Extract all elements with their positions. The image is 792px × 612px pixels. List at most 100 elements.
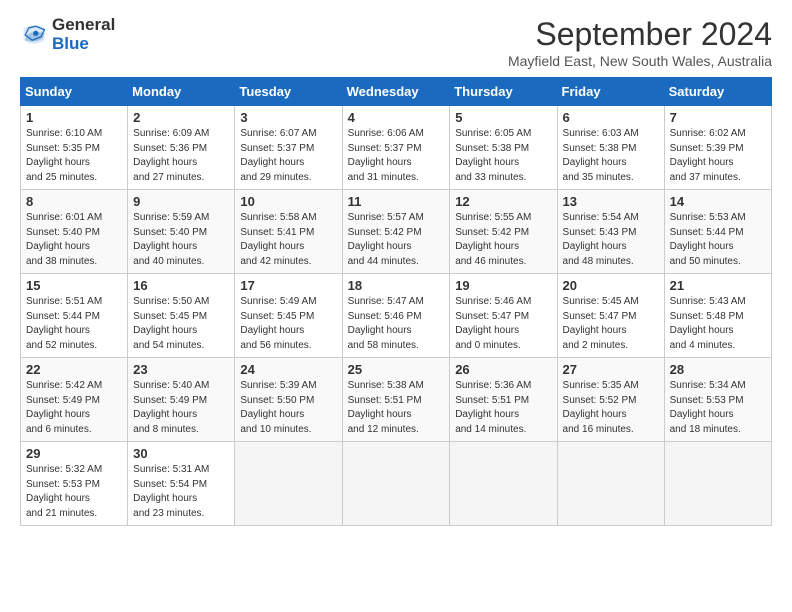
calendar-cell: 18Sunrise: 5:47 AMSunset: 5:46 PMDayligh…	[342, 274, 450, 358]
day-info: Sunrise: 5:45 AMSunset: 5:47 PMDaylight …	[563, 295, 659, 353]
weekday-header: Tuesday	[235, 78, 342, 106]
sunset-text: Sunset: 5:44 PM	[670, 227, 744, 238]
sunrise-text: Sunrise: 6:07 AM	[240, 128, 316, 139]
day-number: 14	[670, 194, 766, 209]
daylight-value: and 52 minutes.	[26, 340, 97, 351]
location-title: Mayfield East, New South Wales, Australi…	[508, 53, 772, 69]
sunrise-text: Sunrise: 5:50 AM	[133, 296, 209, 307]
sunset-text: Sunset: 5:42 PM	[455, 227, 529, 238]
sunset-text: Sunset: 5:48 PM	[670, 311, 744, 322]
daylight-value: and 35 minutes.	[563, 172, 634, 183]
calendar-cell: 23Sunrise: 5:40 AMSunset: 5:49 PMDayligh…	[128, 358, 235, 442]
calendar-cell	[235, 442, 342, 526]
daylight-value: and 29 minutes.	[240, 172, 311, 183]
daylight-label: Daylight hours	[348, 409, 412, 420]
calendar-cell: 22Sunrise: 5:42 AMSunset: 5:49 PMDayligh…	[21, 358, 128, 442]
daylight-value: and 38 minutes.	[26, 256, 97, 267]
day-number: 7	[670, 110, 766, 125]
day-number: 18	[348, 278, 445, 293]
weekday-header: Monday	[128, 78, 235, 106]
day-number: 5	[455, 110, 551, 125]
calendar-cell: 16Sunrise: 5:50 AMSunset: 5:45 PMDayligh…	[128, 274, 235, 358]
sunrise-text: Sunrise: 6:10 AM	[26, 128, 102, 139]
sunrise-text: Sunrise: 5:40 AM	[133, 380, 209, 391]
calendar-cell: 8Sunrise: 6:01 AMSunset: 5:40 PMDaylight…	[21, 190, 128, 274]
weekday-header-row: SundayMondayTuesdayWednesdayThursdayFrid…	[21, 78, 772, 106]
sunrise-text: Sunrise: 5:54 AM	[563, 212, 639, 223]
day-info: Sunrise: 5:32 AMSunset: 5:53 PMDaylight …	[26, 463, 122, 521]
day-info: Sunrise: 5:50 AMSunset: 5:45 PMDaylight …	[133, 295, 229, 353]
day-info: Sunrise: 5:39 AMSunset: 5:50 PMDaylight …	[240, 379, 336, 437]
calendar-cell: 6 Sunrise: 6:03 AMSunset: 5:38 PMDaylight…	[557, 106, 664, 190]
sunset-text: Sunset: 5:38 PM	[563, 143, 637, 154]
weekday-header: Thursday	[450, 78, 557, 106]
daylight-value: and 37 minutes.	[670, 172, 741, 183]
daylight-value: and 23 minutes.	[133, 508, 204, 519]
sunrise-text: Sunrise: 5:51 AM	[26, 296, 102, 307]
sunrise-text: Sunrise: 5:34 AM	[670, 380, 746, 391]
calendar-week-row: 22Sunrise: 5:42 AMSunset: 5:49 PMDayligh…	[21, 358, 772, 442]
sunrise-text: Sunrise: 5:53 AM	[670, 212, 746, 223]
sunrise-text: Sunrise: 5:59 AM	[133, 212, 209, 223]
day-number: 19	[455, 278, 551, 293]
daylight-label: Daylight hours	[26, 241, 90, 252]
day-number: 30	[133, 446, 229, 461]
day-number: 27	[563, 362, 659, 377]
daylight-label: Daylight hours	[670, 241, 734, 252]
calendar-cell: 20Sunrise: 5:45 AMSunset: 5:47 PMDayligh…	[557, 274, 664, 358]
day-info: Sunrise: 5:36 AMSunset: 5:51 PMDaylight …	[455, 379, 551, 437]
sunset-text: Sunset: 5:37 PM	[348, 143, 422, 154]
day-info: Sunrise: 5:46 AMSunset: 5:47 PMDaylight …	[455, 295, 551, 353]
logo-general: General	[52, 16, 115, 35]
daylight-value: and 42 minutes.	[240, 256, 311, 267]
day-info: Sunrise: 6:03 AMSunset: 5:38 PMDaylight …	[563, 127, 659, 185]
day-number: 13	[563, 194, 659, 209]
day-number: 22	[26, 362, 122, 377]
calendar-cell	[557, 442, 664, 526]
daylight-label: Daylight hours	[563, 241, 627, 252]
calendar-cell: 3Sunrise: 6:07 AMSunset: 5:37 PMDaylight…	[235, 106, 342, 190]
sunset-text: Sunset: 5:45 PM	[133, 311, 207, 322]
calendar-cell: 5Sunrise: 6:05 AMSunset: 5:38 PMDaylight…	[450, 106, 557, 190]
day-number: 25	[348, 362, 445, 377]
logo-blue: Blue	[52, 35, 115, 54]
daylight-value: and 58 minutes.	[348, 340, 419, 351]
daylight-label: Daylight hours	[670, 157, 734, 168]
sunrise-text: Sunrise: 6:05 AM	[455, 128, 531, 139]
day-number: 26	[455, 362, 551, 377]
sunset-text: Sunset: 5:41 PM	[240, 227, 314, 238]
calendar-cell: 12Sunrise: 5:55 AMSunset: 5:42 PMDayligh…	[450, 190, 557, 274]
calendar-week-row: 29Sunrise: 5:32 AMSunset: 5:53 PMDayligh…	[21, 442, 772, 526]
day-info: Sunrise: 5:43 AMSunset: 5:48 PMDaylight …	[670, 295, 766, 353]
calendar-cell: 13 Sunrise: 5:54 AM Sunset: 5:43 PM Dayligh…	[557, 190, 664, 274]
day-number: 8	[26, 194, 122, 209]
calendar-week-row: 8Sunrise: 6:01 AMSunset: 5:40 PMDaylight…	[21, 190, 772, 274]
day-info: Sunrise: 6:09 AMSunset: 5:36 PMDaylight …	[133, 127, 229, 185]
daylight-label: Daylight hours	[670, 409, 734, 420]
sunset-text: Sunset: 5:49 PM	[133, 395, 207, 406]
daylight-label: Daylight hours	[26, 409, 90, 420]
day-number: 6	[563, 110, 659, 125]
calendar-cell: 30Sunrise: 5:31 AMSunset: 5:54 PMDayligh…	[128, 442, 235, 526]
calendar-cell: 25Sunrise: 5:38 AMSunset: 5:51 PMDayligh…	[342, 358, 450, 442]
day-number: 23	[133, 362, 229, 377]
day-number: 15	[26, 278, 122, 293]
sunset-text: Sunset: 5:35 PM	[26, 143, 100, 154]
sunset-text: Sunset: 5:37 PM	[240, 143, 314, 154]
sunrise-text: Sunrise: 6:09 AM	[133, 128, 209, 139]
daylight-value: and 54 minutes.	[133, 340, 204, 351]
calendar-cell: 7Sunrise: 6:02 AMSunset: 5:39 PMDaylight…	[664, 106, 771, 190]
day-number: 3	[240, 110, 336, 125]
daylight-value: and 0 minutes.	[455, 340, 521, 351]
logo-text: General Blue	[52, 16, 115, 53]
sunset-text: Sunset: 5:40 PM	[26, 227, 100, 238]
sunset-text: Sunset: 5:43 PM	[563, 227, 637, 238]
daylight-label: Daylight hours	[670, 325, 734, 336]
sunset-text: Sunset: 5:50 PM	[240, 395, 314, 406]
sunrise-text: Sunrise: 5:58 AM	[240, 212, 316, 223]
calendar-cell: 27Sunrise: 5:35 AMSunset: 5:52 PMDayligh…	[557, 358, 664, 442]
daylight-label: Daylight hours	[26, 493, 90, 504]
sunrise-text: Sunrise: 5:35 AM	[563, 380, 639, 391]
daylight-label: Daylight hours	[133, 157, 197, 168]
daylight-value: and 31 minutes.	[348, 172, 419, 183]
